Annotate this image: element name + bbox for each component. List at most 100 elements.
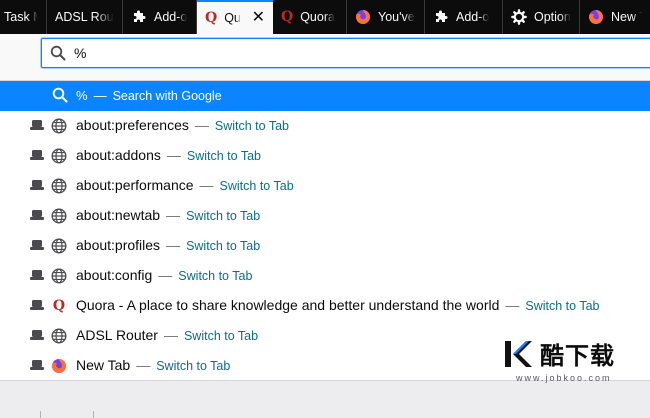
search-icon [52,87,68,103]
tab-options[interactable]: Option [503,0,580,34]
tab-icon [30,120,44,130]
result-row[interactable]: about:preferences — Switch to Tab [0,111,650,141]
row-text: New Tab — Switch to Tab [76,357,230,373]
separator: — [166,207,181,223]
result-title: about:config [76,267,153,283]
tab-label: Add-o [456,10,490,24]
result-title: Quora - A place to share knowledge and b… [76,297,500,313]
switch-to-tab-label: Switch to Tab [219,179,294,193]
close-tab-icon[interactable]: ✕ [252,10,265,26]
globe-icon [51,328,67,344]
result-title: about:performance [76,177,194,193]
separator: — [136,357,151,373]
tab-task-manager[interactable]: Task M [0,0,47,34]
row-text: about:addons — Switch to Tab [76,147,261,163]
puzzle-icon [433,9,449,25]
tab-icon [30,180,44,190]
globe-icon [51,178,67,194]
row-text: Quora - A place to share knowledge and b… [76,297,600,313]
separator: — [163,327,178,343]
tab-strip: Task M ADSL Rout Add-o Q Qu ✕ Q Quora Yo… [0,0,650,34]
switch-to-tab-label: Switch to Tab [525,299,600,313]
firefox-icon [588,9,604,25]
tab-add-ons-2[interactable]: Add-o [425,0,503,34]
tab-label: ADSL Rout [55,10,114,24]
url-input[interactable]: % [41,38,650,68]
separator: — [166,147,181,163]
result-row[interactable]: about:newtab — Switch to Tab [0,201,650,231]
quora-icon: Q [281,9,294,25]
row-text: about:profiles — Switch to Tab [76,237,260,253]
tab-label: Add-o [154,10,188,24]
row-text: about:newtab — Switch to Tab [76,207,260,223]
switch-to-tab-label: Switch to Tab [186,149,261,163]
switch-to-tab-label: Switch to Tab [183,329,259,343]
puzzle-icon [131,9,147,25]
separator: — [505,297,520,313]
globe-icon [51,148,67,164]
tab-icon [30,360,44,370]
result-title: about:newtab [76,207,161,223]
k-logo-icon [500,337,534,371]
globe-icon [51,118,67,134]
separator: — [199,177,214,193]
separator: — [166,237,181,253]
firefox-icon [51,358,67,374]
divider [93,411,94,418]
result-row[interactable]: about:profiles — Switch to Tab [0,231,650,261]
tab-icon [30,240,44,250]
url-input-value: % [74,45,87,61]
row-text: % — Search with Google [76,88,222,103]
globe-icon [51,208,67,224]
tab-label: Option [534,10,571,24]
tab-icon [30,270,44,280]
watermark-url: www.jobkoo.com [516,373,612,383]
row-text: ADSL Router — Switch to Tab [76,327,258,343]
quora-icon: Q [205,10,218,26]
separator: — [194,117,209,133]
globe-icon [51,268,67,284]
switch-to-tab-label: Switch to Tab [214,119,289,133]
result-title: about:profiles [76,237,161,253]
result-row[interactable]: about:addons — Switch to Tab [0,141,650,171]
switch-to-tab-label: Switch to Tab [186,209,261,223]
gear-icon [511,9,527,25]
result-title: about:preferences [76,117,189,133]
firefox-icon [355,9,371,25]
switch-to-tab-label: Switch to Tab [156,359,231,373]
result-row[interactable]: Q Quora - A place to share knowledge and… [0,291,650,321]
tab-adsl-router[interactable]: ADSL Rout [47,0,123,34]
tab-youve[interactable]: You've [347,0,425,34]
tab-quora-active[interactable]: Q Qu ✕ [197,0,273,34]
divider [40,411,41,418]
result-title: ADSL Router [76,327,158,343]
row-text: about:performance — Switch to Tab [76,177,294,193]
result-title: New Tab [76,357,131,373]
tab-label: New T [611,10,642,24]
tab-label: Task M [4,10,38,24]
quora-icon: Q [52,298,66,314]
switch-to-tab-label: Switch to Tab [186,239,261,253]
tab-label: Qu [224,11,241,25]
switch-to-tab-label: Switch to Tab [178,269,253,283]
result-row[interactable]: about:performance — Switch to Tab [0,171,650,201]
tab-new-tab[interactable]: New T [580,0,650,34]
watermark-name: 酷下载 [540,342,615,370]
tab-icon [30,210,44,220]
globe-icon [51,238,67,254]
urlbar-results-popup: % — Search with Google about:preferences — S… [0,80,650,380]
tab-add-ons[interactable]: Add-o [123,0,197,34]
search-icon [50,45,66,61]
tab-quora[interactable]: Q Quora [273,0,347,34]
row-text: about:preferences — Switch to Tab [76,117,289,133]
row-text: about:config — Switch to Tab [76,267,252,283]
watermark-logo: 酷下载 www.jobkoo.com [500,336,632,398]
separator: — [93,88,107,103]
tab-label: You've [378,10,415,24]
result-row[interactable]: about:config — Switch to Tab [0,261,650,291]
navigation-toolbar: % [0,34,650,74]
tab-icon [30,150,44,160]
search-suggestion-row[interactable]: % — Search with Google [0,81,650,111]
tab-icon [30,300,44,310]
search-query: % [76,88,88,103]
